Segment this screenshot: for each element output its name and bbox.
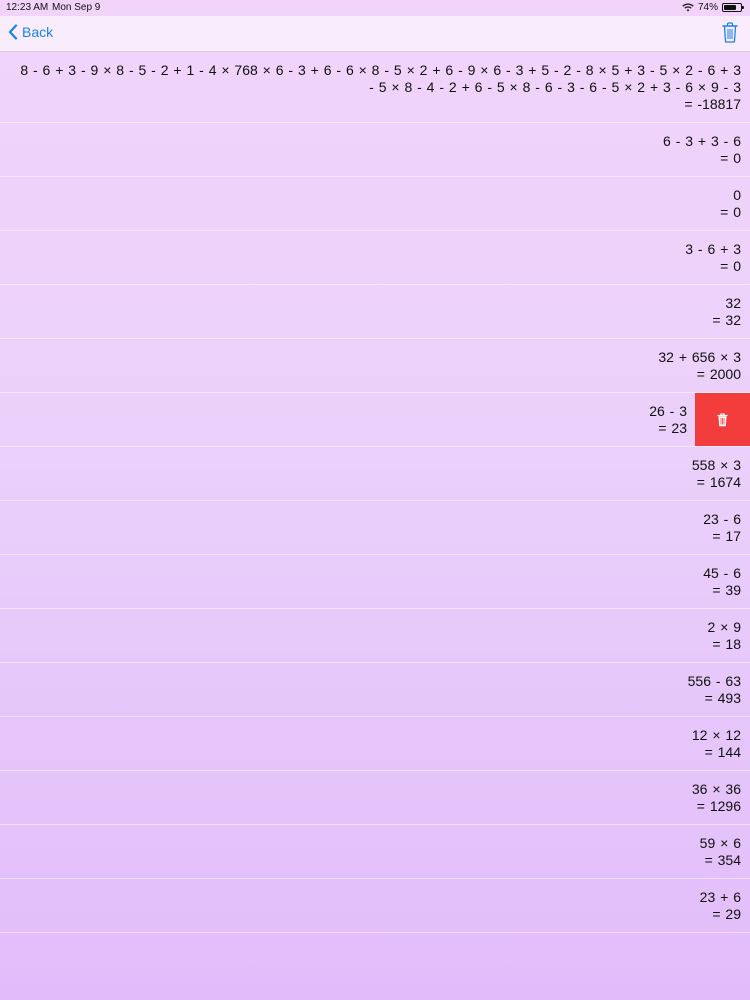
clear-history-button[interactable]: [722, 22, 738, 48]
battery-percent: 74%: [697, 2, 718, 13]
history-row[interactable]: 2 × 9 = 18: [0, 609, 750, 663]
history-expression: 45 - 6: [703, 565, 741, 581]
history-result: = 354: [704, 852, 741, 868]
history-expression: 8 - 6 + 3 - 9 × 8 - 5 - 2 + 1 - 4 × 768 …: [20, 62, 741, 95]
history-expression: 12 × 12: [691, 727, 741, 743]
history-row[interactable]: 6 - 3 + 3 - 6 = 0: [0, 123, 750, 177]
history-expression: 32 + 656 × 3: [658, 349, 741, 365]
history-row[interactable]: 36 × 36 = 1296: [0, 771, 750, 825]
history-result: = 0: [720, 258, 741, 274]
navigation-bar: Back: [0, 16, 750, 52]
history-row[interactable]: 558 × 3 = 1674: [0, 447, 750, 501]
history-row[interactable]: 3 - 6 + 3 = 0: [0, 231, 750, 285]
history-expression: 558 × 3: [691, 457, 741, 473]
history-row[interactable]: 32 = 32: [0, 285, 750, 339]
history-row[interactable]: 26 - 3 = 23: [0, 393, 750, 447]
back-label: Back: [22, 24, 54, 40]
history-result: = 29: [712, 906, 741, 922]
history-result: = 0: [720, 150, 741, 166]
history-row[interactable]: 23 - 6 = 17: [0, 501, 750, 555]
history-expression: 36 × 36: [691, 781, 741, 797]
history-expression: 3 - 6 + 3: [685, 241, 741, 257]
history-result: = 1296: [696, 798, 741, 814]
history-expression: 32: [725, 295, 741, 311]
history-row[interactable]: 59 × 6 = 354: [0, 825, 750, 879]
history-row[interactable]: 8 - 6 + 3 - 9 × 8 - 5 - 2 + 1 - 4 × 768 …: [0, 52, 750, 123]
history-expression: 23 + 6: [699, 889, 741, 905]
history-result: = 39: [712, 582, 741, 598]
history-row[interactable]: 23 + 6 = 29: [0, 879, 750, 933]
history-row[interactable]: 12 × 12 = 144: [0, 717, 750, 771]
status-right: 74%: [682, 2, 744, 13]
history-result: = 144: [704, 744, 741, 760]
history-result: = 23: [658, 420, 687, 436]
history-row[interactable]: 32 + 656 × 3 = 2000: [0, 339, 750, 393]
history-expression: 0: [733, 187, 741, 203]
chevron-left-icon: [8, 24, 18, 40]
history-result: = -18817: [684, 96, 741, 112]
status-time: 12:23 AM: [6, 2, 49, 13]
history-expression: 2 × 9: [707, 619, 741, 635]
status-date: Mon Sep 9: [52, 2, 101, 13]
history-result: = 2000: [696, 366, 741, 382]
history-expression: 23 - 6: [703, 511, 741, 527]
history-result: = 32: [712, 312, 741, 328]
history-expression: 556 - 63: [687, 673, 741, 689]
battery-icon: [722, 3, 744, 12]
history-expression: 59 × 6: [699, 835, 741, 851]
trash-icon: [717, 412, 728, 426]
history-result: = 493: [704, 690, 741, 706]
battery-level: [724, 5, 736, 10]
status-bar: 12:23 AM Mon Sep 9 74%: [0, 0, 750, 16]
history-list: 8 - 6 + 3 - 9 × 8 - 5 - 2 + 1 - 4 × 768 …: [0, 52, 750, 933]
delete-row-button[interactable]: [695, 393, 750, 446]
history-expression: 26 - 3: [649, 403, 687, 419]
history-result: = 17: [712, 528, 741, 544]
history-expression: 6 - 3 + 3 - 6: [663, 133, 741, 149]
history-row[interactable]: 556 - 63 = 493: [0, 663, 750, 717]
trash-icon: [722, 22, 738, 43]
history-result: = 1674: [696, 474, 741, 490]
history-result: = 0: [720, 204, 741, 220]
wifi-icon: [682, 3, 694, 12]
history-result: = 18: [712, 636, 741, 652]
history-row[interactable]: 45 - 6 = 39: [0, 555, 750, 609]
back-button[interactable]: Back: [8, 24, 53, 40]
history-row[interactable]: 0 = 0: [0, 177, 750, 231]
